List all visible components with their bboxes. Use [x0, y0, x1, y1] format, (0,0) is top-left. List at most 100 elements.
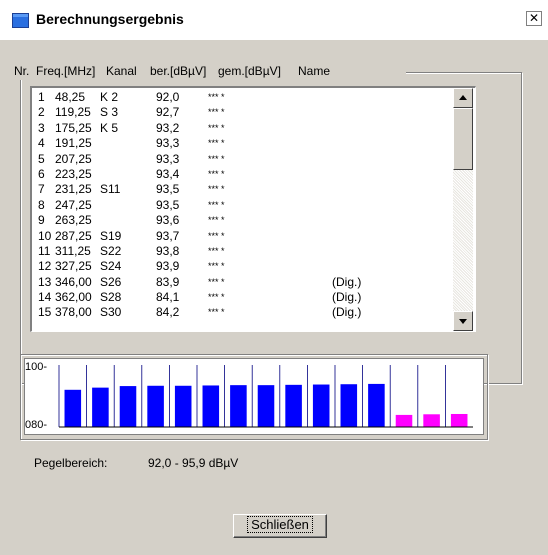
cell-ber: 93,3 — [156, 151, 180, 166]
cell-gem: *** * — [208, 292, 225, 303]
cell-gem: *** * — [208, 261, 225, 272]
chart-bar — [312, 384, 330, 427]
scroll-down-button[interactable] — [453, 311, 473, 331]
close-button-label: Schließen — [247, 516, 313, 533]
chart-bar — [147, 385, 164, 427]
chart-bar — [174, 385, 192, 427]
table-row[interactable]: 14 362,00 S28 84,1 *** * (Dig.) — [32, 290, 452, 305]
arrow-down-icon — [459, 319, 467, 324]
cell-kanal: K 2 — [100, 90, 119, 104]
cell-kanal: S26 — [100, 274, 122, 289]
cell-nr: 8 — [38, 197, 45, 212]
title-bar: Berechnungsergebnis ✕ — [0, 0, 548, 40]
cell-kanal: S19 — [100, 228, 122, 243]
chart-bar — [230, 385, 247, 427]
cell-name: (Dig.) — [332, 274, 362, 289]
cell-ber: 93,6 — [156, 213, 180, 228]
window-title: Berechnungsergebnis — [36, 11, 184, 27]
table-row[interactable]: 5 207,25 93,3 *** * — [32, 152, 452, 167]
table-row[interactable]: 7 231,25 S11 93,5 *** * — [32, 182, 452, 197]
table-row[interactable]: 2 119,25 S 3 92,7 *** * — [32, 105, 452, 120]
header-name: Name — [298, 64, 331, 78]
chart-bar — [257, 385, 275, 427]
scrollbar-thumb[interactable] — [453, 108, 473, 170]
cell-gem: *** * — [208, 122, 225, 133]
cell-kanal: S 3 — [100, 105, 119, 120]
cell-freq: 207,25 — [55, 151, 92, 166]
chart-bar — [423, 414, 440, 427]
chart-bar — [64, 389, 82, 427]
header-freq: Freq.[MHz] — [36, 64, 96, 78]
cell-gem: *** * — [208, 168, 225, 179]
cell-freq: 119,25 — [55, 105, 91, 120]
scroll-up-button[interactable] — [453, 88, 473, 108]
cell-gem: *** * — [208, 199, 225, 210]
cell-gem: *** * — [208, 107, 225, 118]
cell-freq: 378,00 — [55, 305, 92, 320]
cell-nr: 2 — [38, 105, 45, 120]
table-row[interactable]: 10 287,25 S19 93,7 *** * — [32, 229, 452, 244]
cell-nr: 15 — [38, 305, 52, 320]
cell-nr: 4 — [38, 136, 45, 151]
header-gem: gem.[dBµV] — [218, 64, 281, 78]
chart-bar — [202, 385, 220, 427]
cell-gem: *** * — [208, 138, 225, 149]
table-row[interactable]: 9 263,25 93,6 *** * — [32, 213, 452, 228]
close-icon[interactable]: ✕ — [526, 11, 542, 26]
cell-nr: 7 — [38, 182, 45, 197]
cell-nr: 14 — [38, 290, 52, 305]
cell-ber: 93,3 — [156, 136, 180, 151]
header-nr: Nr. — [14, 64, 30, 78]
table-row[interactable]: 3 175,25 K 5 93,2 *** * — [32, 121, 452, 136]
cell-ber: 93,5 — [156, 197, 180, 212]
cell-name: (Dig.) — [332, 305, 362, 320]
cell-ber: 93,4 — [156, 166, 180, 181]
level-chart-plot — [58, 365, 473, 428]
cell-gem: *** * — [208, 307, 225, 318]
cell-ber: 92,0 — [156, 90, 180, 104]
cell-gem: *** * — [208, 153, 225, 164]
table-row[interactable]: 4 191,25 93,3 *** * — [32, 136, 452, 151]
table-row[interactable]: 15 378,00 S30 84,2 *** * (Dig.) — [32, 305, 452, 320]
vertical-scrollbar[interactable] — [453, 88, 473, 331]
cell-freq: 247,25 — [55, 197, 92, 212]
results-rows: 1 48,25 K 2 92,0 *** * 2 119,25 S 3 92,7 *** * 3 17… — [32, 90, 452, 321]
cell-kanal: S22 — [100, 243, 122, 258]
results-list[interactable]: 1 48,25 K 2 92,0 *** * 2 119,25 S 3 92,7 *** * 3 17… — [30, 86, 476, 332]
cell-freq: 362,00 — [55, 290, 92, 305]
cell-freq: 48,25 — [55, 90, 86, 104]
cell-kanal: S30 — [100, 305, 122, 320]
cell-ber: 93,5 — [156, 182, 180, 197]
table-row[interactable]: 6 223,25 93,4 *** * — [32, 167, 452, 182]
level-range-label: Pegelbereich: — [34, 456, 108, 470]
cell-freq: 327,25 — [55, 259, 92, 274]
cell-gem: *** * — [208, 230, 225, 241]
cell-nr: 10 — [38, 228, 52, 243]
cell-kanal: K 5 — [100, 120, 119, 135]
cell-freq: 287,25 — [55, 228, 92, 243]
cell-nr: 5 — [38, 151, 45, 166]
cell-nr: 1 — [38, 90, 45, 104]
table-row[interactable]: 8 247,25 93,5 *** * — [32, 198, 452, 213]
table-row[interactable]: 11 311,25 S22 93,8 *** * — [32, 244, 452, 259]
close-button[interactable]: Schließen — [233, 514, 327, 538]
column-headers: Nr. Freq.[MHz] Kanal ber.[dBµV] gem.[dBµ… — [10, 64, 406, 80]
cell-freq: 311,25 — [55, 243, 91, 258]
chart-bar — [285, 384, 302, 427]
cell-kanal: S11 — [100, 182, 121, 197]
cell-ber: 84,2 — [156, 305, 180, 320]
cell-gem: *** * — [208, 276, 225, 287]
cell-ber: 93,9 — [156, 259, 180, 274]
cell-name: (Dig.) — [332, 290, 362, 305]
table-row[interactable]: 13 346,00 S26 83,9 *** * (Dig.) — [32, 275, 452, 290]
chart-bar — [368, 383, 385, 427]
cell-ber: 84,1 — [156, 290, 180, 305]
cell-nr: 3 — [38, 120, 45, 135]
chart-bar — [450, 413, 468, 427]
cell-ber: 93,7 — [156, 228, 180, 243]
table-row[interactable]: 1 48,25 K 2 92,0 *** * — [32, 90, 452, 105]
cell-nr: 13 — [38, 274, 52, 289]
chart-bar — [395, 414, 413, 427]
arrow-up-icon — [459, 95, 467, 100]
table-row[interactable]: 12 327,25 S24 93,9 *** * — [32, 259, 452, 274]
